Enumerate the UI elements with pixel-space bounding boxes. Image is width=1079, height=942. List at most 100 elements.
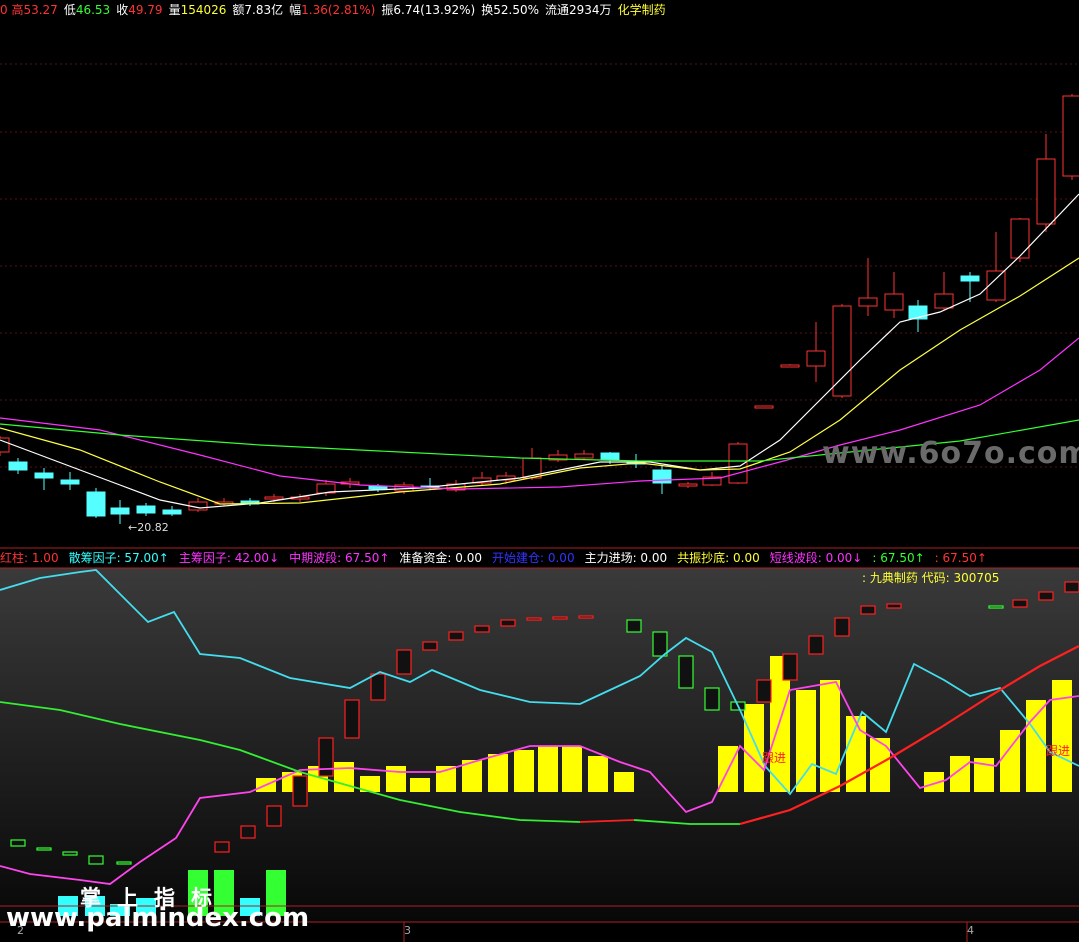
- indicator-pane-bg: [0, 568, 1079, 922]
- candle-up: [574, 453, 594, 459]
- signal-box-green: [88, 855, 104, 865]
- quote-field: 0 高53.27: [0, 3, 58, 17]
- indicator-value: : 67.50↑: [872, 551, 925, 565]
- candle-down: [34, 472, 54, 479]
- indicator-value: 准备资金: 0.00: [399, 551, 482, 565]
- signal-box-green: [10, 839, 26, 847]
- histogram-bar: [744, 704, 764, 792]
- candle-down: [600, 452, 620, 461]
- indicator-value: 主筹因子: 42.00↓: [178, 551, 280, 565]
- indicator-value: : 67.50↑: [934, 551, 987, 565]
- quote-label: 额: [232, 3, 245, 17]
- candle-up: [678, 483, 698, 487]
- quote-label: 换: [481, 3, 494, 17]
- quote-field: 幅1.36(2.81%): [289, 3, 375, 17]
- quote-label: 幅: [289, 3, 302, 17]
- candle-down: [960, 275, 980, 282]
- signal-box-red: [266, 805, 282, 827]
- quote-label: 低: [63, 3, 76, 17]
- signal-box-red: [240, 825, 256, 839]
- histogram-bar: [410, 778, 430, 792]
- signal-box-red: [422, 641, 438, 651]
- quote-value: 6.74(13.92%): [393, 3, 476, 17]
- candle-up: [264, 496, 284, 500]
- indicator-value: 散筹因子: 57.00↑: [68, 551, 169, 565]
- signal-box-green: [62, 851, 78, 856]
- indicator-values-bar: 红柱: 1.00 散筹因子: 57.00↑ 主筹因子: 42.00↓ 中期波段: 67…: [0, 548, 1079, 568]
- histogram-bar: [386, 766, 406, 792]
- signal-box-red: [500, 619, 516, 627]
- signal-box-red: [292, 775, 308, 807]
- histogram-bar: [334, 762, 354, 792]
- quote-label: 流通: [545, 3, 570, 17]
- candle-up: [1062, 95, 1079, 177]
- follow-signal-label: 跟进: [762, 751, 787, 765]
- signal-box-red: [886, 603, 902, 609]
- histogram-bar: [614, 772, 634, 792]
- histogram-bar: [796, 690, 816, 792]
- histogram-bar: [588, 756, 608, 792]
- indicator-value: 主力进场: 0.00: [584, 551, 668, 565]
- signal-box-red: [1064, 581, 1079, 593]
- candle-up: [780, 364, 800, 368]
- quote-field: 量154026: [169, 3, 227, 17]
- period-low-marker: ←20.82: [128, 521, 169, 534]
- stock-name-code-tag: : 九典制药 代码: 300705: [862, 571, 1000, 585]
- quote-value: 154026: [180, 3, 227, 17]
- quote-value: 化学制药: [617, 3, 666, 17]
- signal-box-green: [704, 687, 720, 711]
- signal-box-red: [808, 635, 824, 655]
- quote-field: 额7.83亿: [232, 3, 283, 17]
- signal-box-green: [116, 861, 132, 865]
- histogram-bar: [820, 680, 840, 792]
- quote-value: 52.50%: [493, 3, 539, 17]
- signal-box-green: [652, 631, 668, 657]
- candle-up: [934, 293, 954, 309]
- quote-field: 收49.79: [116, 3, 162, 17]
- quote-field: 低46.53: [64, 3, 110, 17]
- signal-box-red: [344, 699, 360, 739]
- follow-signal-label: 跟进: [1046, 744, 1071, 758]
- watermark-site-b: www.palmindex.com: [6, 903, 310, 933]
- signal-box-red: [860, 605, 876, 615]
- watermark-site-a: www.6o7o.com: [822, 436, 1079, 471]
- candle-up: [858, 297, 878, 307]
- signal-box-red: [552, 616, 568, 620]
- signal-box-green: [626, 619, 642, 633]
- histogram-bar: [514, 750, 534, 792]
- signal-box-green: [988, 605, 1004, 609]
- kline-chart-area[interactable]: [0, 0, 1079, 942]
- signal-box-red: [370, 673, 386, 701]
- quote-value: 1.36(2.81%): [301, 3, 376, 17]
- quote-label: 振: [381, 3, 394, 17]
- candle-up: [1036, 158, 1056, 225]
- signal-box-red: [834, 617, 850, 637]
- quote-field: 化学制药: [618, 3, 666, 17]
- quote-label: 收: [116, 3, 129, 17]
- quote-value: 53.27: [23, 3, 58, 17]
- candle-up: [1010, 218, 1030, 259]
- signal-box-red: [214, 841, 230, 853]
- signal-box-red: [578, 615, 594, 619]
- signal-box-red: [756, 679, 772, 703]
- histogram-bar: [538, 746, 558, 792]
- signal-box-red: [474, 625, 490, 633]
- signal-box-red: [318, 737, 334, 777]
- indicator-value: 短线波段: 0.00↓: [769, 551, 863, 565]
- date-axis-label: 3: [404, 924, 411, 937]
- candle-up: [832, 305, 852, 397]
- candle-down: [136, 505, 156, 514]
- signal-box-red: [526, 617, 542, 621]
- signal-box-red: [1012, 599, 1028, 608]
- candle-down: [60, 479, 80, 485]
- quote-value: 46.53: [75, 3, 111, 17]
- quote-value: 2934万: [569, 3, 612, 17]
- indicator-value: 开始建仓: 0.00: [492, 551, 575, 565]
- quote-value: 49.79: [128, 3, 163, 17]
- signal-box-green: [678, 655, 694, 689]
- quote-label: 量: [168, 3, 181, 17]
- candle-up: [884, 293, 904, 311]
- histogram-bar: [1026, 700, 1046, 792]
- quote-bar: 0 高53.27 低46.53 收49.79 量154026 额7.83亿 幅1.36(2…: [0, 0, 1079, 20]
- signal-box-red: [1038, 591, 1054, 601]
